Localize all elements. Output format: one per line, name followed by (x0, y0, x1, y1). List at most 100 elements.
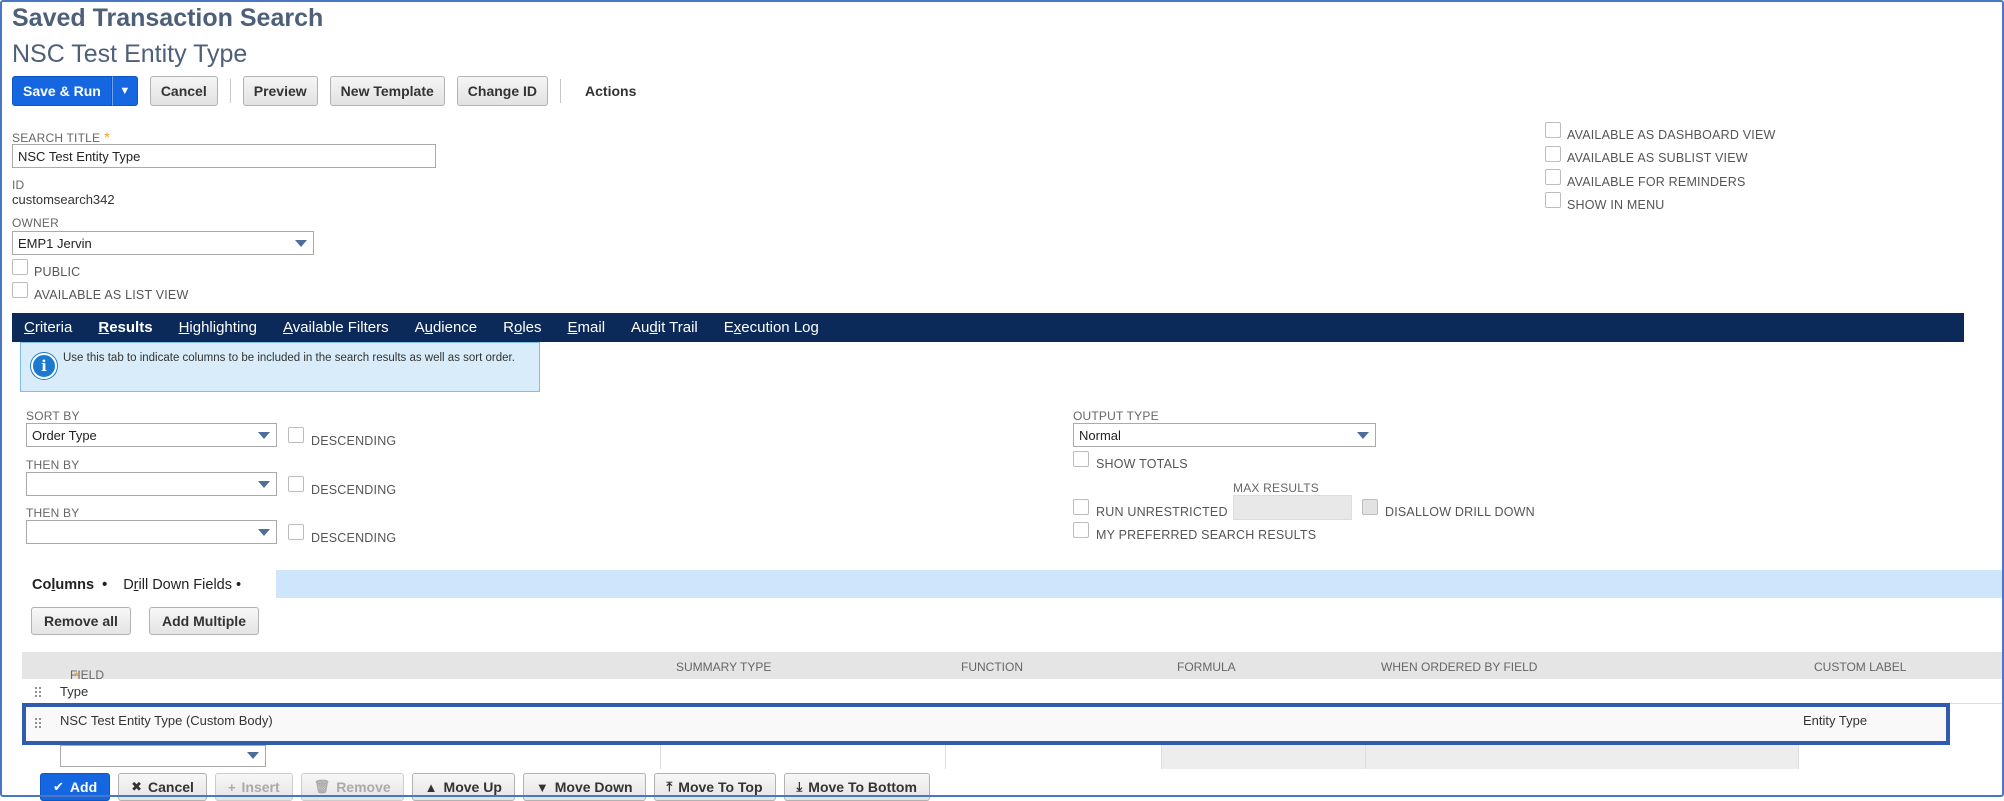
preferred-results-checkbox[interactable] (1073, 522, 1089, 538)
tab-audience[interactable]: Audience (415, 319, 478, 336)
edit-summary-cell[interactable] (660, 745, 945, 769)
descending-checkbox-3[interactable] (288, 524, 304, 540)
tab-accesskey: u (424, 319, 433, 336)
edit-row (22, 745, 2004, 769)
close-icon: ✖ (131, 779, 143, 794)
plus-icon: + (227, 779, 236, 795)
then-by-select-2[interactable] (26, 520, 277, 544)
max-results-input[interactable] (1233, 495, 1352, 520)
chevron-down-icon (295, 240, 307, 247)
tab-text: E (723, 319, 734, 336)
toolbar-divider (229, 79, 231, 103)
tab-text: D (123, 577, 134, 593)
move-top-icon: ⤒ (666, 779, 673, 794)
tab-text: ecution Log (741, 319, 819, 336)
output-type-select[interactable]: Normal (1073, 423, 1376, 447)
row-custom-label[interactable]: Entity Type (1803, 713, 1867, 728)
sublist-tabs (22, 570, 2004, 598)
tab-roles[interactable]: Roles (503, 319, 541, 336)
tab-email[interactable]: Email (568, 319, 606, 336)
sort-by-label: SORT BY (26, 409, 80, 423)
max-results-label: MAX RESULTS (1233, 481, 1319, 495)
descending-label-3: DESCENDING (311, 531, 397, 545)
remove-all-button[interactable]: Remove all (31, 607, 131, 635)
edit-formula-cell[interactable] (1161, 745, 1365, 769)
edit-when-ordered-cell[interactable] (1365, 745, 1798, 769)
main-toolbar: Save & Run ▼ Cancel Preview New Template… (12, 76, 636, 106)
run-unrestricted-checkbox[interactable] (1073, 499, 1089, 515)
tab-accesskey: H (178, 319, 190, 336)
chevron-down-icon (258, 529, 270, 536)
dashboard-view-checkbox[interactable] (1545, 122, 1561, 138)
edit-custom-label-cell[interactable] (1798, 745, 2004, 769)
drag-handle-icon[interactable] (34, 717, 42, 729)
tab-available-filters[interactable]: Available Filters (283, 319, 389, 336)
disallow-drill-down-checkbox[interactable] (1362, 499, 1378, 515)
search-title-input[interactable] (12, 144, 436, 168)
preferred-results-label: MY PREFERRED SEARCH RESULTS (1096, 528, 1317, 542)
saved-search-page: Saved Transaction Search NSC Test Entity… (0, 0, 2004, 801)
arrow-up-icon: ▲ (424, 779, 438, 795)
show-in-menu-checkbox[interactable] (1545, 192, 1561, 208)
tab-text: vailable Filters (292, 319, 389, 336)
tab-text: Au (631, 319, 650, 336)
new-template-button[interactable]: New Template (329, 76, 445, 106)
then-by-select-1[interactable] (26, 472, 277, 496)
row-field[interactable]: Type (60, 684, 88, 699)
descending-checkbox-1[interactable] (288, 427, 304, 443)
public-checkbox[interactable] (12, 259, 28, 275)
record-name: NSC Test Entity Type (12, 40, 248, 68)
function-header: FUNCTION (961, 660, 1023, 674)
tab-execution-log[interactable]: Execution Log (724, 319, 819, 336)
then-by-label-2: THEN BY (26, 506, 80, 520)
descending-checkbox-2[interactable] (288, 476, 304, 492)
tab-audit-trail[interactable]: Audit Trail (631, 319, 698, 336)
dot-icon: • (102, 577, 108, 593)
tab-text: esults (109, 319, 153, 336)
id-value: customsearch342 (12, 192, 115, 207)
change-id-button[interactable]: Change ID (456, 76, 549, 106)
required-marker: * (104, 129, 110, 145)
tab-results[interactable]: Results (98, 319, 152, 336)
cancel-button[interactable]: Cancel (149, 76, 218, 106)
tab-text: R (503, 319, 514, 336)
info-text: Use this tab to indicate columns to be i… (63, 352, 515, 364)
row-field[interactable]: NSC Test Entity Type (Custom Body) (60, 713, 273, 728)
preview-button[interactable]: Preview (242, 76, 318, 106)
tab-text: Co (32, 577, 52, 593)
save-run-button[interactable]: Save & Run (12, 76, 112, 106)
chevron-down-icon (247, 752, 259, 759)
public-label: PUBLIC (34, 265, 81, 279)
summary-type-header: SUMMARY TYPE (676, 660, 772, 674)
sublist-view-label: AVAILABLE AS SUBLIST VIEW (1567, 151, 1748, 165)
reminders-checkbox[interactable] (1545, 169, 1561, 185)
id-label: ID (12, 178, 25, 192)
sort-by-select[interactable]: Order Type (26, 423, 277, 447)
list-view-checkbox[interactable] (12, 282, 28, 298)
search-title-label: SEARCH TITLE * (12, 129, 110, 145)
tab-drill-down-fields[interactable]: Drill Down Fields • (123, 577, 241, 593)
tab-text: les (522, 319, 542, 336)
tab-accesskey: R (98, 319, 110, 336)
save-menu-caret-icon[interactable]: ▼ (111, 76, 138, 106)
tab-highlighting[interactable]: Highlighting (179, 319, 257, 336)
tab-text: dience (432, 319, 478, 336)
highlighted-row[interactable] (22, 703, 1950, 745)
descending-label-1: DESCENDING (311, 434, 397, 448)
show-totals-checkbox[interactable] (1073, 451, 1089, 467)
drag-handle-icon[interactable] (34, 686, 42, 698)
chevron-down-icon (1357, 432, 1369, 439)
tab-text: it Trail (657, 319, 698, 336)
edit-function-cell[interactable] (945, 745, 1161, 769)
tab-columns[interactable]: Columns • Drill Down Fields • (22, 570, 276, 598)
sublist-view-checkbox[interactable] (1545, 146, 1561, 162)
add-multiple-button[interactable]: Add Multiple (149, 607, 259, 635)
arrow-down-icon: ▼ (535, 779, 549, 795)
owner-select[interactable]: EMP1 Jervin (12, 231, 314, 255)
sort-by-value: Order Type (32, 428, 97, 443)
actions-menu[interactable]: Actions (585, 83, 636, 99)
field-select[interactable] (60, 745, 266, 767)
list-view-label: AVAILABLE AS LIST VIEW (34, 288, 189, 302)
reminders-label: AVAILABLE FOR REMINDERS (1567, 175, 1746, 189)
tab-criteria[interactable]: Criteria (24, 319, 72, 336)
